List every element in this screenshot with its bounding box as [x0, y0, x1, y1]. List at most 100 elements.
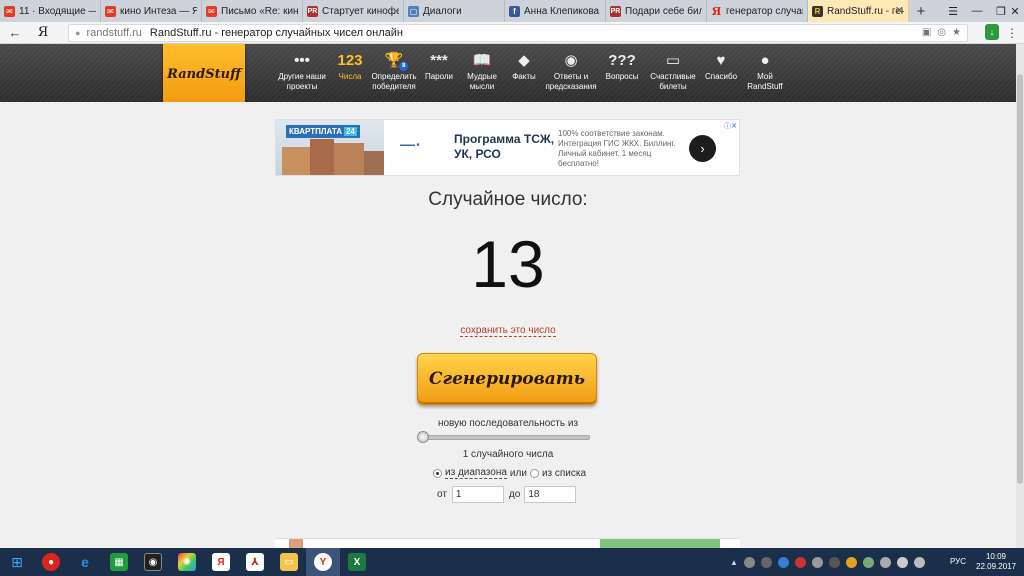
- from-label: от: [437, 488, 447, 500]
- mode-selector: из диапазона или из списка: [433, 466, 586, 480]
- browser-tab[interactable]: ✉ 11 · Входящие — Янд: [0, 0, 101, 22]
- tab-title: Письмо «Re: кинофе: [221, 5, 298, 17]
- nav-glyph: ▭: [665, 52, 681, 69]
- browser-tab[interactable]: R RandStuff.ru - гене ✕: [808, 0, 909, 22]
- nav-item[interactable]: *** Пароли: [420, 50, 458, 92]
- tray-app-icon[interactable]: [760, 556, 772, 568]
- excel-icon[interactable]: X: [340, 548, 374, 576]
- pdf-icon[interactable]: ⅄: [238, 548, 272, 576]
- reader-icon[interactable]: ▣: [922, 27, 931, 38]
- browser-tab[interactable]: ✉ Письмо «Re: кинофе: [202, 0, 303, 22]
- ad-headline: Программа ТСЖ, УК, РСО: [454, 132, 555, 161]
- battery-icon[interactable]: [913, 556, 925, 568]
- nav-item[interactable]: 123 Числа: [332, 50, 368, 92]
- volume-icon[interactable]: [896, 556, 908, 568]
- close-window-button[interactable]: ✕: [1006, 0, 1024, 22]
- site-nav: ••• Другие наши проекты 123 Числа 🏆 8 Определи…: [272, 50, 790, 92]
- to-input[interactable]: 18: [524, 485, 577, 503]
- url-page-title: RandStuff.ru - генератор случайных чисел…: [149, 27, 404, 39]
- tray-app-icon[interactable]: [743, 556, 755, 568]
- nav-label: Счастливые билеты: [650, 72, 696, 91]
- yandex-app-icon[interactable]: Я: [204, 548, 238, 576]
- nvidia-icon[interactable]: [862, 556, 874, 568]
- browser-tab[interactable]: f Анна Клепикова: [505, 0, 606, 22]
- nav-item[interactable]: ••• Другие наши проекты: [272, 50, 332, 92]
- url-field[interactable]: ● randstuff.ru RandStuff.ru - генератор …: [68, 24, 968, 42]
- nav-label: Мудрые мысли: [467, 72, 497, 91]
- antivirus-icon[interactable]: [794, 556, 806, 568]
- site-logo[interactable]: RandStuff: [163, 44, 245, 104]
- media-icon[interactable]: ◉: [136, 548, 170, 576]
- browser-tab[interactable]: Ягенератор случайны: [707, 0, 808, 22]
- mode-list-label[interactable]: из списка: [542, 468, 586, 479]
- tray-app-icon[interactable]: [811, 556, 823, 568]
- scrollbar-thumb[interactable]: [1017, 74, 1023, 484]
- yandex-button[interactable]: Я: [30, 25, 56, 40]
- disc-icon: ◉: [564, 50, 577, 72]
- nav-glyph: ***: [430, 52, 448, 69]
- nav-item[interactable]: ◉ Ответы и предсказания: [542, 50, 600, 92]
- downloads-icon[interactable]: ↓: [985, 24, 999, 40]
- protect-icon[interactable]: ◎: [937, 27, 946, 38]
- nav-glyph: ♥: [716, 52, 726, 69]
- count-label: 1 случайного числа: [462, 449, 554, 460]
- bottom-ad-banner[interactable]: [275, 538, 740, 548]
- nav-item[interactable]: 📖 Мудрые мысли: [458, 50, 506, 92]
- tray-app-icon[interactable]: [845, 556, 857, 568]
- warning-icon: ◆: [518, 50, 530, 72]
- tray-app-icon[interactable]: [828, 556, 840, 568]
- network-icon[interactable]: [879, 556, 891, 568]
- back-button[interactable]: ←: [0, 25, 30, 40]
- new-tab-button[interactable]: +: [909, 0, 933, 22]
- store-icon[interactable]: ▦: [102, 548, 136, 576]
- browser-tab[interactable]: PR Подари себе билет н: [606, 0, 707, 22]
- ad-arrow-button[interactable]: ›: [689, 135, 716, 162]
- tab-list: ✉ 11 · Входящие — Янд ✉ кино Интеза — Янд ✉ П…: [0, 0, 909, 22]
- close-tab-icon[interactable]: ✕: [895, 4, 904, 17]
- book-icon: 📖: [473, 50, 492, 72]
- nav-label: Ответы и предсказания: [545, 72, 597, 91]
- browser-tab[interactable]: ▢ Диалоги: [404, 0, 505, 22]
- ad-banner[interactable]: КВАРТПЛАТА 24 ▬▬▬ ■ Программа ТСЖ, УК, РС…: [275, 119, 740, 176]
- nav-glyph: ●: [760, 52, 770, 69]
- nav-item[interactable]: ??? Вопросы: [600, 50, 644, 92]
- site-info-icon[interactable]: ●: [75, 28, 80, 38]
- page-content: КВАРТПЛАТА 24 ▬▬▬ ■ Программа ТСЖ, УК, РС…: [0, 102, 1016, 548]
- count-slider-handle[interactable]: [417, 431, 429, 443]
- voice-assistant-icon[interactable]: ●: [34, 548, 68, 576]
- clock-date: 22.09.2017: [976, 562, 1017, 571]
- clock-time: 10:09: [985, 552, 1007, 561]
- browser-tab[interactable]: ✉ кино Интеза — Янд: [101, 0, 202, 22]
- yandex-browser-icon[interactable]: Y: [306, 548, 340, 576]
- to-label: до: [508, 488, 521, 500]
- count-slider[interactable]: [420, 435, 590, 440]
- nav-item[interactable]: ◆ Факты: [506, 50, 542, 92]
- nav-item[interactable]: ▭ Счастливые билеты: [644, 50, 702, 92]
- ad-close-icon[interactable]: ⓘ✕: [724, 121, 737, 131]
- bookmark-star-icon[interactable]: ★: [952, 27, 961, 38]
- nav-item[interactable]: ● Мой RandStuff: [740, 50, 790, 92]
- nav-item[interactable]: ♥ Спасибо: [702, 50, 740, 92]
- nav-item[interactable]: 🏆 8 Определить победителя: [368, 50, 420, 92]
- nav-label: Пароли: [424, 72, 454, 81]
- photos-icon[interactable]: ✺: [170, 548, 204, 576]
- browser-tab[interactable]: PR Стартует кинофести: [303, 0, 404, 22]
- file-explorer-icon[interactable]: ▭: [272, 548, 306, 576]
- generate-button[interactable]: Сгенерировать: [417, 353, 597, 405]
- downloads-menu-icon[interactable]: ⋮: [1006, 26, 1018, 40]
- tab-title: Стартует кинофести: [322, 5, 399, 17]
- save-number-link[interactable]: сохранить это число: [460, 325, 556, 337]
- from-input[interactable]: 1: [451, 485, 504, 503]
- mode-range-radio[interactable]: [433, 468, 442, 478]
- page-scrollbar[interactable]: [1016, 44, 1024, 548]
- language-indicator[interactable]: РУС: [950, 557, 966, 566]
- clock[interactable]: 10:09 22.09.2017: [976, 552, 1016, 572]
- tray-arrow-icon[interactable]: ▲: [730, 558, 738, 567]
- mode-list-radio[interactable]: [529, 468, 539, 478]
- nav-label: Вопросы: [605, 72, 639, 81]
- start-button[interactable]: ⊞: [0, 548, 34, 576]
- bluetooth-icon[interactable]: [777, 556, 789, 568]
- ad-building-image: КВАРТПЛАТА 24: [276, 120, 384, 175]
- internet-explorer-icon[interactable]: e: [68, 548, 102, 576]
- mode-range-label[interactable]: из диапазона: [445, 467, 507, 479]
